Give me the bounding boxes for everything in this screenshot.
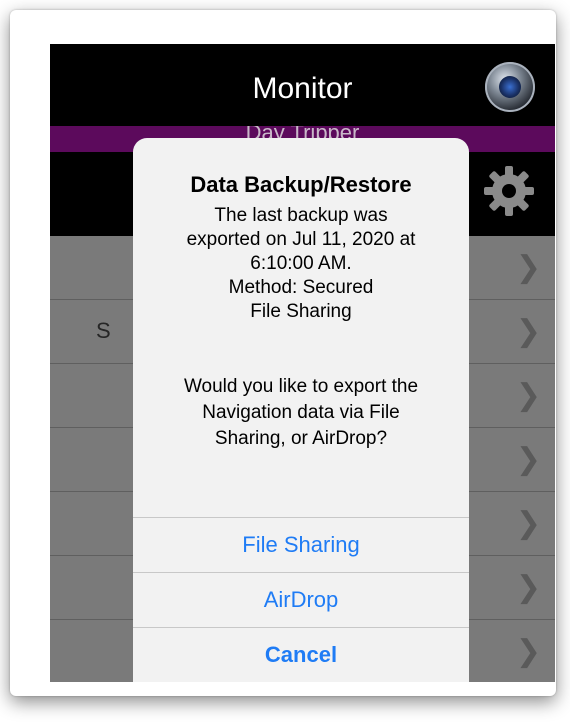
alert-message-line: exported on Jul 11, 2020 at	[186, 229, 416, 250]
alert-message-line: The last backup was	[214, 205, 388, 226]
chevron-right-icon: ❯	[515, 314, 541, 349]
chevron-right-icon: ❯	[515, 250, 541, 285]
alert-message-line: File Sharing	[250, 301, 352, 322]
alert-question-line: Navigation data via File	[202, 402, 400, 423]
alert-message: The last backup was exported on Jul 11, …	[133, 204, 469, 324]
page-title: Monitor	[252, 72, 353, 105]
alert-actions: File Sharing AirDrop Cancel	[133, 517, 469, 682]
app-screen: Monitor Day Tripper ❯ S ❯ ❯ ❯ ❯ ❯ ❯ Data…	[50, 44, 555, 682]
navigation-bar: Monitor	[50, 44, 555, 126]
monitor-icon[interactable]	[485, 62, 535, 112]
alert-question: Would you like to export the Navigation …	[133, 374, 469, 452]
alert-message-line: 6:10:00 AM.	[250, 253, 352, 274]
chevron-right-icon: ❯	[515, 634, 541, 669]
list-item-label: S	[96, 318, 111, 343]
cancel-button[interactable]: Cancel	[133, 627, 469, 682]
alert-question-line: Would you like to export the	[183, 376, 419, 397]
alert-question-line: Sharing, or AirDrop?	[214, 428, 388, 449]
gear-icon[interactable]	[482, 164, 536, 218]
alert-message-line: Method: Secured	[228, 277, 374, 298]
screenshot-frame: Monitor Day Tripper ❯ S ❯ ❯ ❯ ❯ ❯ ❯ Data…	[10, 10, 556, 696]
chevron-right-icon: ❯	[515, 570, 541, 605]
chevron-right-icon: ❯	[515, 442, 541, 477]
backup-alert-dialog: Data Backup/Restore The last backup was …	[133, 138, 469, 682]
file-sharing-button[interactable]: File Sharing	[133, 517, 469, 572]
airdrop-button[interactable]: AirDrop	[133, 572, 469, 627]
alert-title: Data Backup/Restore	[190, 172, 412, 197]
chevron-right-icon: ❯	[515, 506, 541, 541]
chevron-right-icon: ❯	[515, 378, 541, 413]
